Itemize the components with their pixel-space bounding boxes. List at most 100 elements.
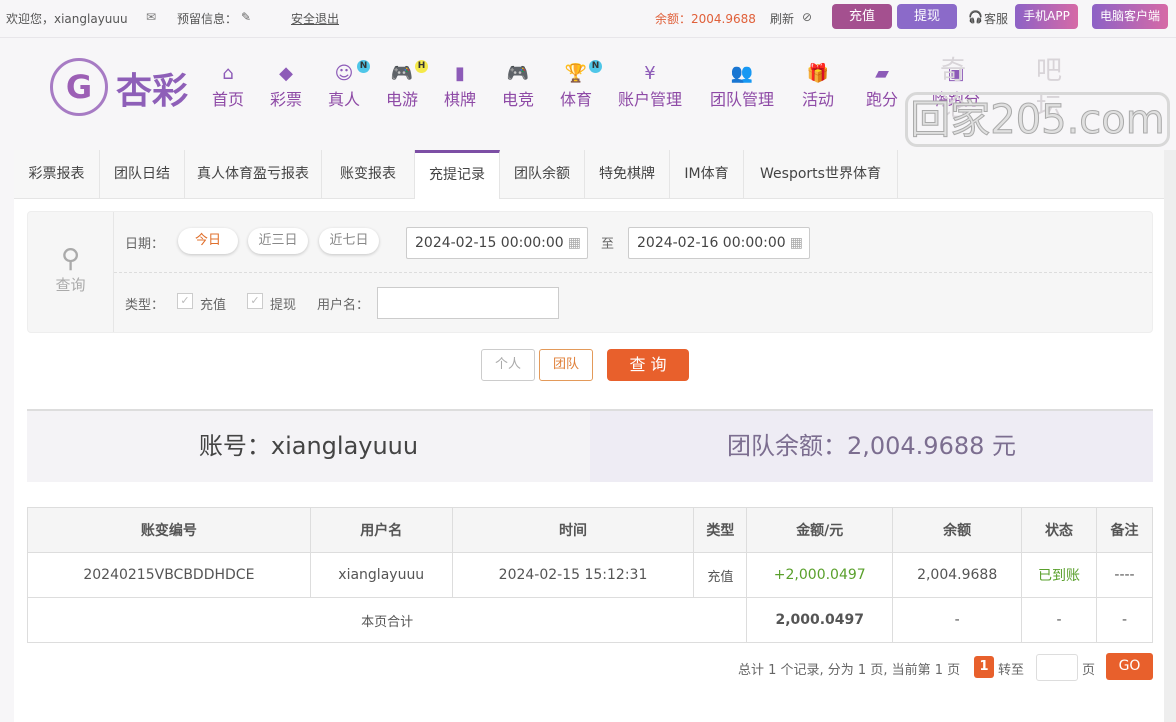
seven-days-button[interactable]: 近七日 [319, 228, 379, 254]
live-dealer-icon: ☺ N [328, 60, 371, 86]
logo-emblem-icon: G [50, 58, 108, 116]
nav-item[interactable]: ☺ N 真人 [328, 60, 371, 110]
team-balance-summary: 团队余额：2,004.9688 元 [590, 409, 1153, 482]
column-header: 时间 [451, 507, 695, 553]
nav-item[interactable]: 🎮 H 电游 [386, 60, 429, 110]
username-input[interactable] [377, 287, 559, 319]
nav-label: 棋牌 [444, 90, 477, 109]
withdraw-button[interactable]: 提现 [897, 4, 957, 29]
gamepad-icon: 🎮 H [386, 60, 429, 86]
table-cell: 2,004.9688 [892, 552, 1023, 598]
table-cell: 充值 [693, 552, 748, 598]
team-icon: 👥 [730, 63, 754, 84]
nav-item[interactable]: ¥ 账户管理 [618, 62, 682, 110]
refresh-link[interactable]: 刷新 [770, 10, 794, 27]
three-days-button[interactable]: 近三日 [248, 228, 308, 254]
logout-link[interactable]: 安全退出 [291, 10, 339, 27]
nav-badge: N [357, 60, 371, 73]
customer-service-link[interactable]: 客服 [984, 10, 1008, 27]
total-note: - [1096, 597, 1153, 643]
tab[interactable]: 真人体育盈亏报表 [185, 150, 322, 199]
column-header: 金额/元 [746, 507, 894, 553]
nav-item[interactable]: ◆ 彩票 [270, 62, 302, 110]
nav-item[interactable]: 👥 团队管理 [710, 62, 774, 110]
logo[interactable]: G 杏彩 [50, 58, 200, 118]
eye-off-icon[interactable]: ⊘ [802, 10, 812, 24]
nav-item[interactable]: 🎁 活动 [802, 62, 834, 110]
start-date-input[interactable]: 2024-02-15 00:00:00 ▦ [406, 227, 588, 259]
end-date-value: 2024-02-16 00:00:00 [637, 235, 786, 251]
query-button[interactable]: 查 询 [607, 349, 689, 381]
edit-icon[interactable]: ✎ [241, 10, 251, 24]
table-cell: 已到账 [1021, 552, 1097, 598]
table-row: 20240215VBCBDDHDCE xianglayuuu 2024-02-15 … [27, 552, 1153, 598]
nav-badge: H [415, 60, 429, 73]
search-label: 查询 [55, 276, 86, 294]
ticket-icon: ◆ [279, 63, 293, 84]
gamepad-icon: 🎮 [506, 63, 530, 84]
tab[interactable]: 账变报表 [322, 150, 415, 199]
withdraw-checkbox[interactable]: ✓ [247, 293, 263, 309]
headset-icon: 🎧 [968, 10, 983, 24]
tab[interactable]: 团队余额 [500, 150, 585, 199]
nav-item[interactable]: ▰ 跑分 [866, 62, 898, 110]
deposit-label: 充值 [200, 298, 227, 313]
tab[interactable]: 团队日结 [100, 150, 185, 199]
main-panel: 彩票报表 团队日结 真人体育盈亏报表 账变报表 充提记录 团队余额 特免棋牌 IM体育 Wesp… [14, 150, 1164, 722]
end-date-input[interactable]: 2024-02-16 00:00:00 ▦ [628, 227, 810, 259]
team-button[interactable]: 团队 [539, 349, 593, 381]
nav-item[interactable]: ▮ 棋牌 [444, 62, 476, 110]
mail-icon[interactable]: ✉ [146, 10, 156, 24]
tab[interactable]: Wesports世界体育 [744, 150, 898, 199]
tab[interactable]: 彩票报表 [14, 150, 100, 199]
column-header: 用户名 [309, 507, 453, 553]
nav-item[interactable]: ⌂ 首页 [212, 62, 244, 110]
date-label: 日期： [125, 237, 165, 252]
withdraw-label: 提现 [270, 298, 297, 313]
nav-label: 账户管理 [618, 90, 683, 109]
column-header: 状态 [1021, 507, 1097, 553]
mobile-app-button[interactable]: 手机APP [1015, 4, 1078, 29]
tab[interactable]: 充提记录 [415, 150, 500, 199]
nav-item[interactable]: 🏆 N 体育 [560, 60, 603, 110]
go-button[interactable]: GO [1106, 653, 1153, 680]
paofen-icon: ▰ [875, 63, 889, 84]
nav-label: 电游 [386, 90, 419, 109]
top-bar: 欢迎您，xianglayuuu ✉ 预留信息： ✎ 安全退出 余额：2004.9… [0, 0, 1176, 38]
tab[interactable]: IM体育 [670, 150, 744, 199]
scrollbar[interactable] [1164, 150, 1176, 722]
hipaofen-icon: ▣ [947, 63, 965, 84]
tab[interactable]: 特免棋牌 [585, 150, 670, 199]
search-icon: ⚲ [60, 244, 81, 274]
today-button[interactable]: 今日 [178, 228, 238, 254]
total-amount: 2,000.0497 [746, 597, 894, 643]
table-cell: xianglayuuu [309, 552, 453, 598]
table-cell: ---- [1096, 552, 1153, 598]
nav-item[interactable]: 🎮 电竞 [502, 62, 534, 110]
calendar-icon[interactable]: ▦ [790, 228, 803, 258]
nav-label: 体育 [560, 90, 593, 109]
welcome-text: 欢迎您，xianglayuuu [6, 12, 128, 26]
cards-icon: ▮ [455, 63, 465, 84]
current-page-button[interactable]: 1 [974, 656, 994, 678]
total-label: 本页合计 [26, 597, 748, 643]
total-balance: - [892, 597, 1023, 643]
nav-badge: N [589, 60, 603, 73]
account-summary: 账号：xianglayuuu [27, 409, 590, 482]
personal-button[interactable]: 个人 [481, 349, 535, 381]
page-unit-label: 页 [1082, 663, 1096, 678]
deposit-checkbox[interactable]: ✓ [177, 293, 193, 309]
nav-item[interactable]: ▣ 嗨跑分 [932, 62, 980, 110]
report-tabs: 彩票报表 团队日结 真人体育盈亏报表 账变报表 充提记录 团队余额 特免棋牌 IM体育 Wesp… [14, 150, 1164, 199]
table-cell: +2,000.0497 [746, 552, 894, 598]
table-cell: 2024-02-15 15:12:31 [451, 552, 695, 598]
gift-icon: 🎁 [806, 63, 830, 84]
calendar-icon[interactable]: ▦ [568, 228, 581, 258]
nav-label: 电竞 [502, 90, 535, 109]
pc-client-button[interactable]: 电脑客户端 [1092, 4, 1168, 29]
page-input[interactable] [1036, 654, 1078, 681]
start-date-value: 2024-02-15 00:00:00 [415, 235, 564, 251]
deposit-button[interactable]: 充值 [832, 4, 892, 29]
column-header: 余额 [892, 507, 1023, 553]
goto-label: 转至 [998, 663, 1025, 678]
